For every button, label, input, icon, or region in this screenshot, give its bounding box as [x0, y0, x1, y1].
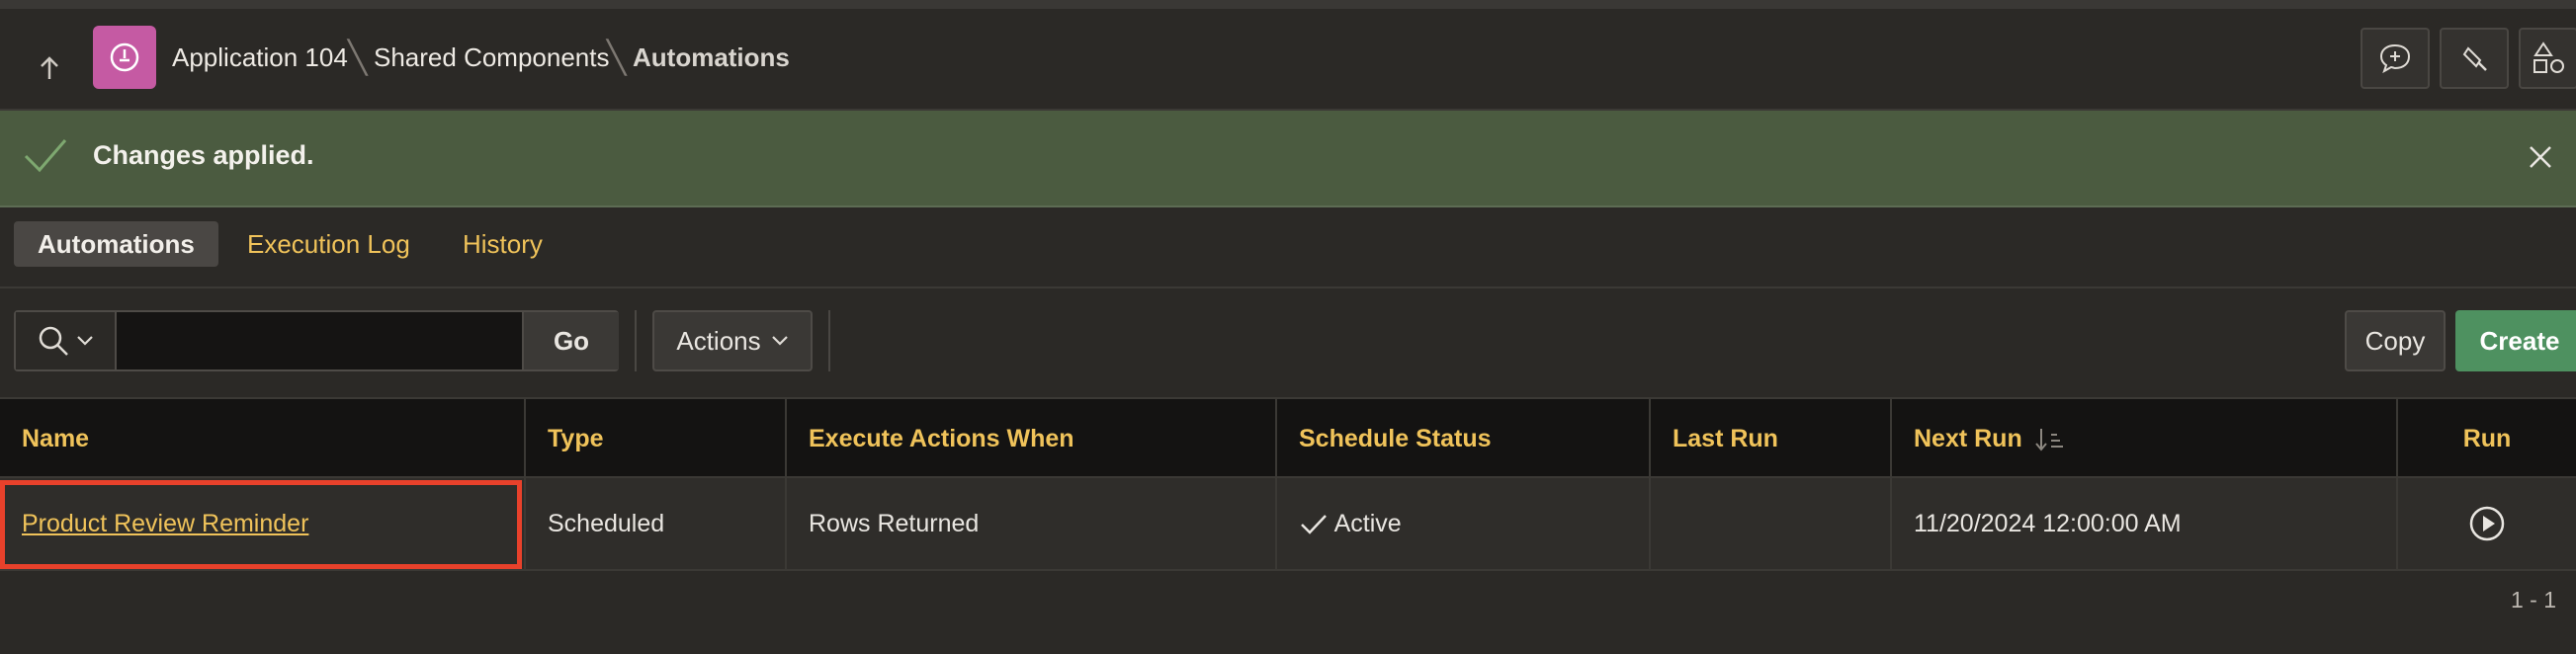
column-header-next-run[interactable]: Next Run [1892, 399, 2398, 478]
cell-last-run [1651, 478, 1892, 569]
alert-message: Changes applied. [93, 140, 314, 170]
pagination-text: 1 - 1 [2511, 587, 2557, 613]
search-group: Go [14, 310, 619, 371]
next-run-label: Next Run [1914, 425, 2022, 452]
search-icon [39, 326, 68, 356]
breadcrumb-application[interactable]: Application 104 [172, 42, 348, 73]
checkmark-icon [1301, 515, 1327, 535]
feedback-button[interactable] [2361, 28, 2430, 89]
chevron-down-icon [771, 336, 788, 346]
breadcrumb-current: Automations [633, 42, 790, 72]
table-header: Name Type Execute Actions When Schedule … [0, 397, 2576, 478]
tab-execution-log[interactable]: Execution Log [223, 221, 434, 267]
header: Application 104 ╲ Shared Components ╲ Au… [0, 9, 2576, 111]
success-alert: Changes applied. [0, 111, 2576, 207]
shapes-icon [2533, 41, 2564, 73]
tab-automations[interactable]: Automations [14, 221, 218, 267]
shapes-button[interactable] [2519, 28, 2576, 89]
column-header-execute-actions-when[interactable]: Execute Actions When [787, 399, 1277, 478]
create-button[interactable]: Create [2455, 310, 2576, 371]
column-header-schedule-status[interactable]: Schedule Status [1277, 399, 1651, 478]
column-header-name[interactable]: Name [0, 399, 526, 478]
toolbar: Go Actions Copy Create [0, 288, 2576, 395]
cell-execute-actions-when: Rows Returned [787, 478, 1277, 569]
table-row: Product Review Reminder Scheduled Rows R… [0, 478, 2576, 571]
cell-next-run: 11/20/2024 12:00:00 AM [1892, 478, 2398, 569]
cell-type: Scheduled [526, 478, 787, 569]
highlighter-icon [2462, 46, 2487, 71]
feedback-icon [2379, 43, 2411, 74]
column-header-run[interactable]: Run [2398, 399, 2576, 478]
go-button[interactable]: Go [522, 312, 619, 369]
chevron-down-icon [77, 336, 93, 346]
highlighter-button[interactable] [2440, 28, 2509, 89]
search-column-menu[interactable] [16, 312, 117, 369]
actions-menu-button[interactable]: Actions [652, 310, 813, 371]
tab-bar: Automations Execution Log History [0, 207, 2576, 288]
sort-descending-icon [2034, 429, 2063, 451]
search-input[interactable] [117, 312, 522, 369]
tab-history[interactable]: History [439, 221, 566, 267]
close-icon[interactable] [2527, 143, 2554, 171]
actions-label: Actions [676, 325, 761, 356]
cell-run [2398, 478, 2576, 569]
copy-button[interactable]: Copy [2345, 310, 2446, 371]
toolbar-divider [828, 310, 830, 371]
top-strip [0, 0, 2576, 9]
column-header-type[interactable]: Type [526, 399, 787, 478]
up-arrow-icon[interactable] [28, 46, 71, 90]
app-icon[interactable] [93, 26, 156, 89]
highlight-box [0, 480, 522, 569]
breadcrumb-shared-components[interactable]: Shared Components [374, 42, 609, 73]
breadcrumb-separator: ╲ [348, 40, 368, 75]
toolbar-divider [635, 310, 637, 371]
checkmark-icon [24, 139, 67, 173]
play-icon[interactable] [2468, 505, 2506, 542]
schedule-status-text: Active [1333, 510, 1402, 537]
breadcrumb-separator: ╲ [607, 40, 627, 75]
column-header-last-run[interactable]: Last Run [1651, 399, 1892, 478]
cell-schedule-status: Active [1277, 478, 1651, 569]
